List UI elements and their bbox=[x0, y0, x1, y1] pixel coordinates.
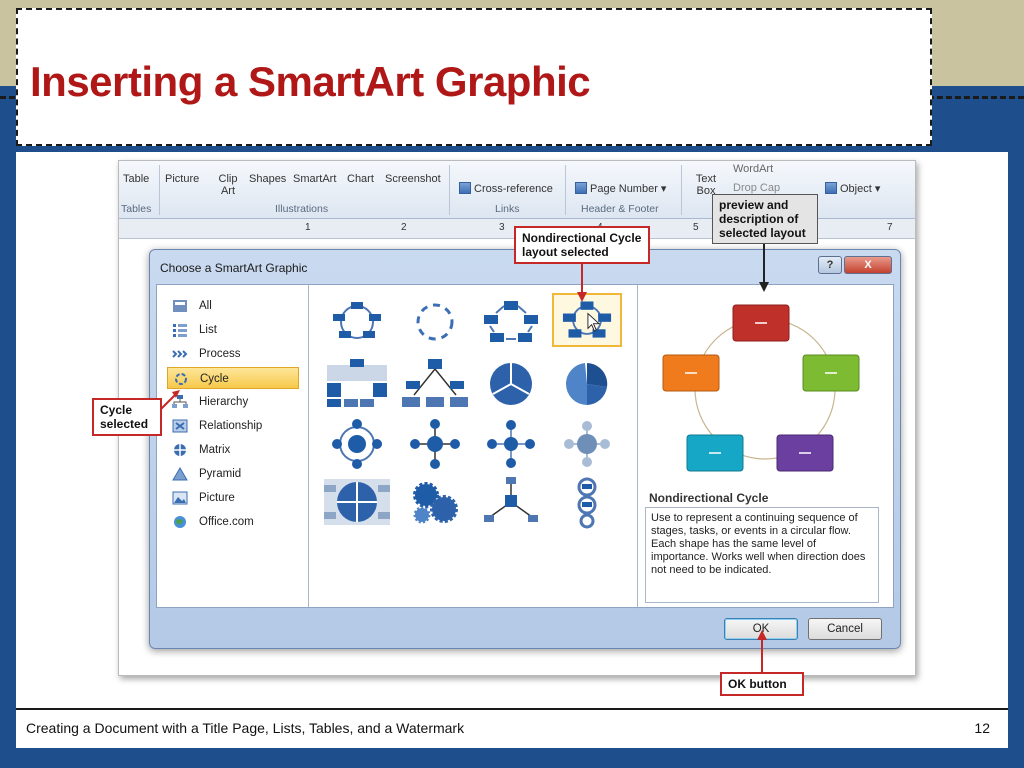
callout-cycle-selected: Cycle selected bbox=[92, 398, 162, 436]
category-hierarchy[interactable]: Hierarchy bbox=[167, 391, 299, 413]
group-links: Links bbox=[495, 203, 520, 215]
category-relationship[interactable]: Relationship bbox=[167, 415, 299, 437]
all-icon bbox=[173, 300, 187, 312]
close-button[interactable]: X bbox=[844, 256, 892, 274]
category-list: All List Process Cycle Hierarchy Relatio… bbox=[157, 285, 309, 607]
ribbon-separator bbox=[449, 165, 450, 215]
pyramid-icon bbox=[172, 467, 188, 481]
layout-radial-cycle[interactable] bbox=[322, 417, 392, 471]
smartart-dialog: Choose a SmartArt Graphic ? X All List P… bbox=[149, 249, 901, 649]
cancel-button[interactable]: Cancel bbox=[808, 618, 882, 640]
title-box: Inserting a SmartArt Graphic bbox=[16, 8, 932, 146]
page-number-icon bbox=[575, 182, 587, 194]
layout-text-cycle[interactable] bbox=[400, 295, 470, 349]
category-process[interactable]: Process bbox=[167, 343, 299, 365]
layout-radial-cluster[interactable] bbox=[400, 417, 470, 471]
layout-basic-cycle[interactable] bbox=[322, 295, 392, 349]
slide-title: Inserting a SmartArt Graphic bbox=[30, 58, 591, 105]
globe-icon bbox=[174, 516, 186, 528]
layout-hub-spokes[interactable] bbox=[476, 475, 546, 529]
layout-radial-pie[interactable] bbox=[552, 357, 622, 411]
category-matrix[interactable]: Matrix bbox=[167, 439, 299, 461]
layout-gear[interactable] bbox=[400, 475, 470, 529]
dialog-body: All List Process Cycle Hierarchy Relatio… bbox=[156, 284, 894, 608]
page-number-button[interactable]: Page Number ▾ bbox=[575, 182, 666, 195]
ribbon-wordart[interactable]: WordArt bbox=[733, 163, 773, 175]
category-all[interactable]: All bbox=[167, 295, 299, 317]
layout-pie-cycle[interactable] bbox=[476, 357, 546, 411]
ruler-number: 5 bbox=[693, 222, 699, 233]
ribbon-chart[interactable]: Chart bbox=[347, 173, 374, 185]
ribbon-table[interactable]: Table bbox=[123, 173, 149, 185]
group-header-footer: Header & Footer bbox=[581, 203, 659, 215]
footer-text: Creating a Document with a Title Page, L… bbox=[26, 720, 465, 736]
ok-button[interactable]: OK bbox=[724, 618, 798, 640]
preview-graphic bbox=[662, 304, 860, 472]
ruler-number: 2 bbox=[401, 222, 407, 233]
ribbon-separator bbox=[159, 165, 160, 215]
layout-radial-venn[interactable] bbox=[552, 417, 622, 471]
ribbon-smartart[interactable]: SmartArt bbox=[293, 173, 336, 185]
layout-grid bbox=[310, 285, 638, 607]
ribbon-separator bbox=[565, 165, 566, 215]
layout-circle-arrow[interactable] bbox=[552, 475, 622, 529]
ruler-number: 1 bbox=[305, 222, 311, 233]
ribbon-clip-art[interactable]: Clip Art bbox=[215, 173, 241, 197]
ribbon-shapes[interactable]: Shapes bbox=[249, 173, 286, 185]
hierarchy-icon bbox=[172, 395, 188, 408]
object-button[interactable]: Object ▾ bbox=[825, 182, 880, 195]
ribbon-drop-cap[interactable]: Drop Cap bbox=[733, 182, 780, 194]
object-icon bbox=[825, 182, 837, 194]
layout-segmented-cycle[interactable] bbox=[400, 357, 470, 411]
callout-ok-button: OK button bbox=[720, 672, 804, 696]
layout-continuous-cycle[interactable] bbox=[322, 357, 392, 411]
matrix-icon bbox=[174, 444, 186, 456]
category-picture[interactable]: Picture bbox=[167, 487, 299, 509]
cross-reference-button[interactable]: Cross-reference bbox=[459, 182, 553, 195]
cross-reference-icon bbox=[459, 182, 471, 194]
layout-cycle-matrix[interactable] bbox=[322, 475, 392, 529]
ruler-number: 7 bbox=[887, 222, 893, 233]
category-office-com[interactable]: Office.com bbox=[167, 511, 299, 533]
layout-diverging-radial[interactable] bbox=[476, 417, 546, 471]
picture-icon bbox=[172, 491, 188, 505]
preview-pane: Nondirectional Cycle Use to represent a … bbox=[639, 285, 894, 607]
callout-preview-description: preview and description of selected layo… bbox=[712, 194, 818, 244]
callout-layout-selected: Nondirectional Cycle layout selected bbox=[514, 226, 650, 264]
process-icon bbox=[172, 350, 188, 358]
category-list-item[interactable]: List bbox=[167, 319, 299, 341]
ribbon-picture[interactable]: Picture bbox=[165, 173, 199, 185]
preview-description: Use to represent a continuing sequence o… bbox=[645, 507, 879, 603]
category-cycle[interactable]: Cycle bbox=[167, 367, 299, 389]
relationship-icon bbox=[172, 419, 188, 433]
group-tables: Tables bbox=[121, 203, 152, 215]
ribbon-screenshot[interactable]: Screenshot bbox=[385, 173, 441, 185]
category-pyramid[interactable]: Pyramid bbox=[167, 463, 299, 485]
preview-layout-name: Nondirectional Cycle bbox=[649, 491, 769, 505]
layout-block-cycle[interactable] bbox=[476, 295, 546, 349]
slide-footer: Creating a Document with a Title Page, L… bbox=[16, 708, 1008, 748]
ruler-number: 3 bbox=[499, 222, 505, 233]
layout-nondirectional-cycle[interactable] bbox=[552, 293, 622, 347]
list-icon bbox=[173, 324, 187, 337]
dialog-title: Choose a SmartArt Graphic bbox=[160, 261, 308, 275]
ribbon-separator bbox=[681, 165, 682, 215]
page-number: 12 bbox=[974, 720, 990, 736]
group-illustrations: Illustrations bbox=[275, 203, 329, 215]
cycle-icon bbox=[175, 373, 187, 385]
help-button[interactable]: ? bbox=[818, 256, 842, 274]
